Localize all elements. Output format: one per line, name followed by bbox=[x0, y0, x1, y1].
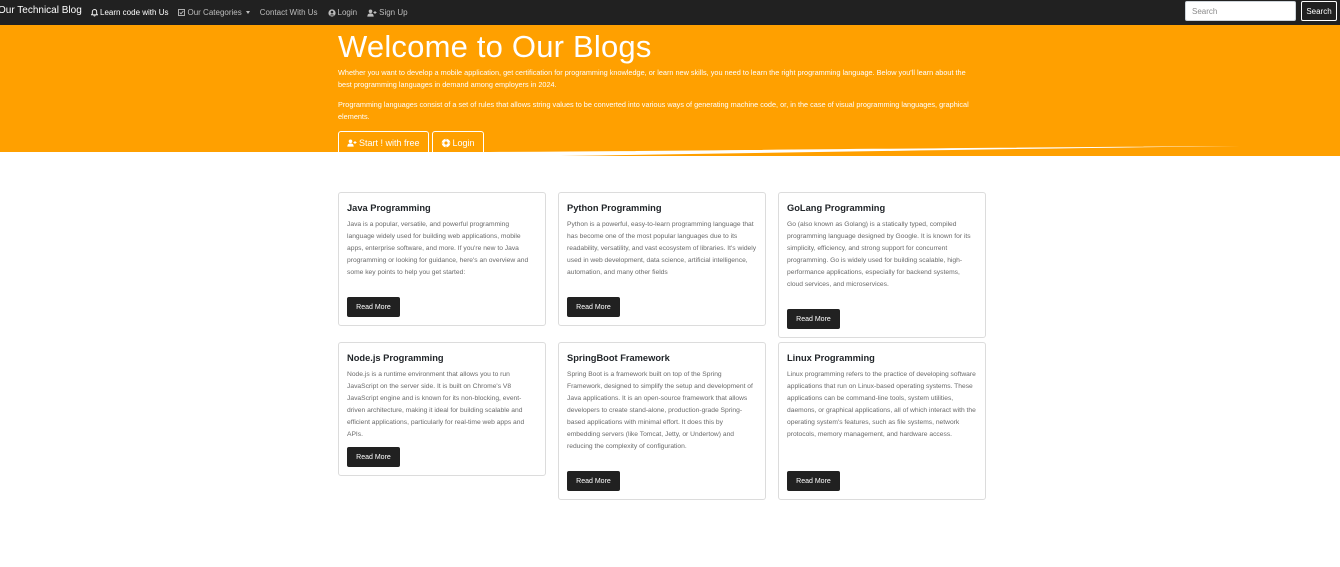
navbar: Our Technical Blog Learn code with Us Ou… bbox=[0, 0, 1340, 25]
card-title: SpringBoot Framework bbox=[567, 353, 670, 363]
card-title: Python Programming bbox=[567, 203, 662, 213]
blog-card-springboot: SpringBoot Framework Spring Boot is a fr… bbox=[558, 342, 766, 500]
checklist-icon bbox=[178, 9, 186, 16]
nav-links: Learn code with Us Our Categories Contac… bbox=[90, 0, 418, 25]
card-title: Java Programming bbox=[347, 203, 431, 213]
brand-logo[interactable]: Our Technical Blog bbox=[0, 5, 82, 16]
blog-card-nodejs: Node.js Programming Node.js is a runtime… bbox=[338, 342, 546, 476]
card-title: GoLang Programming bbox=[787, 203, 886, 213]
nav-link-label: Sign Up bbox=[379, 8, 408, 17]
card-text: Linux programming refers to the practice… bbox=[787, 371, 976, 438]
hero-title: Welcome to Our Blogs bbox=[338, 29, 652, 64]
bell-icon bbox=[90, 8, 99, 17]
nav-link-contact[interactable]: Contact With Us bbox=[260, 8, 318, 17]
blog-card-golang: GoLang Programming Go (also known as Gol… bbox=[778, 192, 986, 338]
hero-paragraph: Whether you want to develop a mobile app… bbox=[338, 68, 966, 89]
read-more-button[interactable]: Read More bbox=[787, 309, 840, 329]
nav-dropdown-categories[interactable]: Our Categories bbox=[178, 8, 250, 17]
read-more-button[interactable]: Read More bbox=[787, 471, 840, 491]
card-text: Python is a powerful, easy-to-learn prog… bbox=[567, 221, 757, 276]
hero-paragraph: Programming languages consist of a set o… bbox=[338, 100, 969, 121]
search-button[interactable]: Search bbox=[1301, 1, 1337, 21]
user-plus-icon bbox=[367, 9, 377, 17]
card-title: Linux Programming bbox=[787, 353, 875, 363]
read-more-button[interactable]: Read More bbox=[567, 471, 620, 491]
card-text: Go (also known as Golang) is a staticall… bbox=[787, 221, 971, 288]
nav-link-signup[interactable]: Sign Up bbox=[367, 8, 408, 17]
nav-link-learn-code[interactable]: Learn code with Us bbox=[90, 8, 169, 17]
read-more-button[interactable]: Read More bbox=[347, 447, 400, 467]
nav-link-login[interactable]: Login bbox=[327, 8, 358, 17]
card-text: Java is a popular, versatile, and powerf… bbox=[347, 221, 529, 276]
nav-link-label: Contact With Us bbox=[259, 8, 318, 17]
hero-content: Welcome to Our Blogs Whether you want to… bbox=[338, 30, 978, 123]
nav-link-label: Login bbox=[337, 8, 358, 17]
search-input[interactable] bbox=[1185, 1, 1296, 21]
hero-banner: Welcome to Our Blogs Whether you want to… bbox=[0, 25, 1340, 156]
nav-link-label: Learn code with Us bbox=[100, 8, 169, 17]
card-text: Node.js is a runtime environment that al… bbox=[347, 371, 525, 438]
blog-card-python: Python Programming Python is a powerful,… bbox=[558, 192, 766, 326]
read-more-button[interactable]: Read More bbox=[567, 297, 620, 317]
caret-down-icon bbox=[245, 11, 250, 14]
read-more-button[interactable]: Read More bbox=[347, 297, 400, 317]
user-circle-icon bbox=[327, 8, 336, 17]
blog-card-java: Java Programming Java is a popular, vers… bbox=[338, 192, 546, 326]
nav-link-label: Our Categories bbox=[187, 8, 242, 17]
card-text: Spring Boot is a framework built on top … bbox=[567, 371, 753, 450]
hero-wave-divider bbox=[0, 146, 1240, 156]
blog-card-linux: Linux Programming Linux programming refe… bbox=[778, 342, 986, 500]
card-title: Node.js Programming bbox=[347, 353, 444, 363]
